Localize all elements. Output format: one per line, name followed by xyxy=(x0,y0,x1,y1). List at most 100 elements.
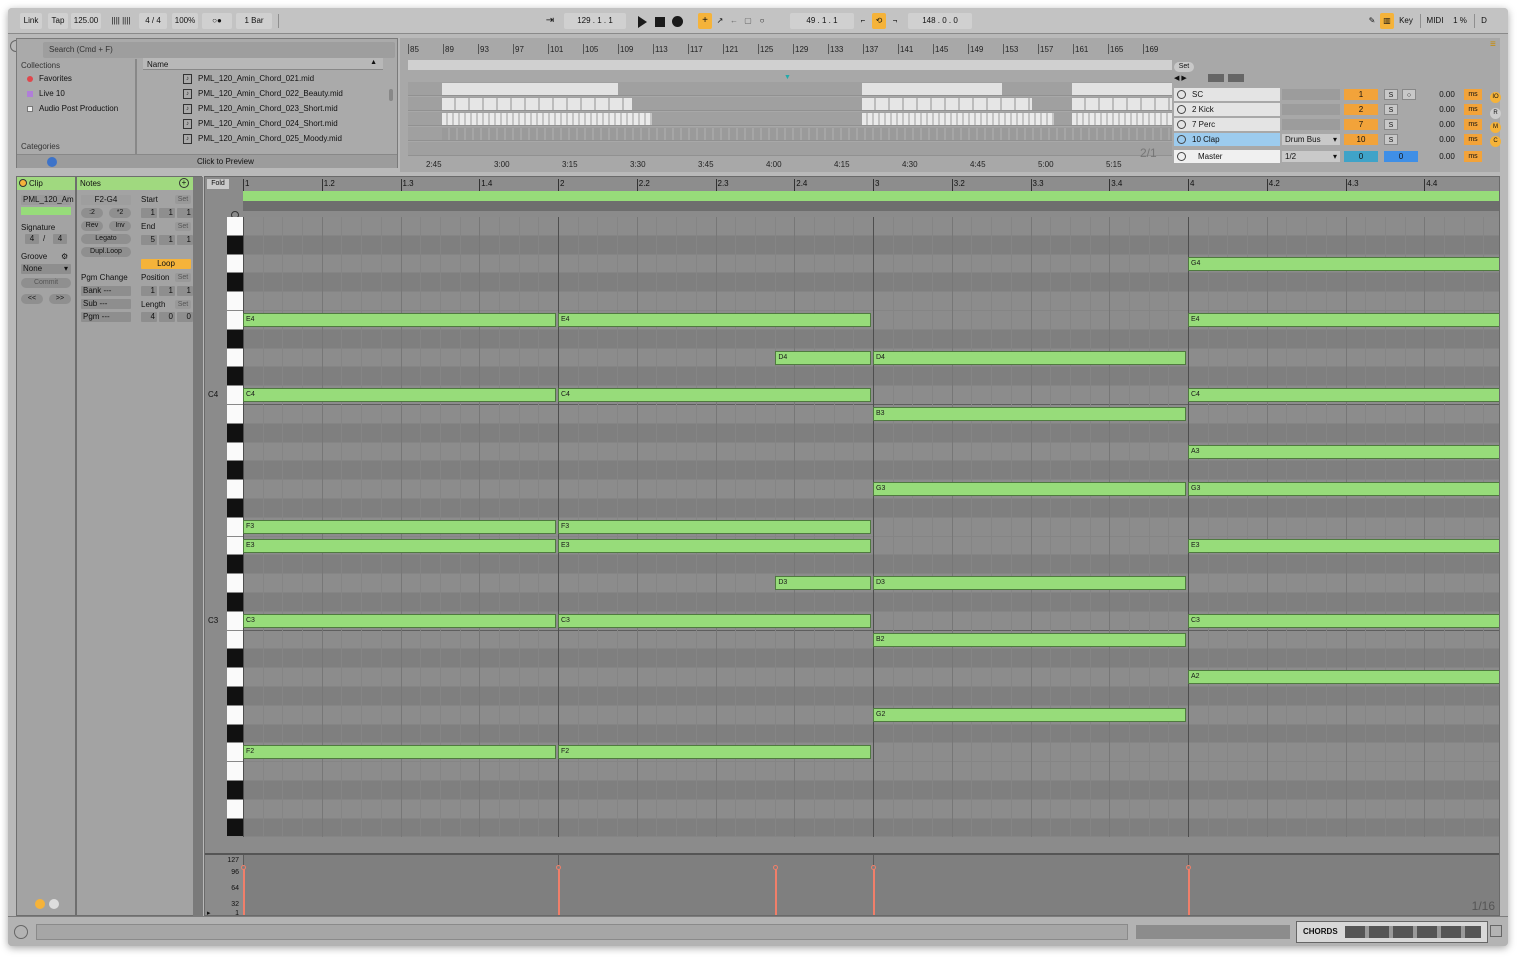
midi-note[interactable]: E4 xyxy=(558,313,871,327)
track-activator[interactable]: 10 xyxy=(1344,134,1378,145)
piano-key[interactable] xyxy=(227,367,243,387)
piano-key[interactable] xyxy=(227,668,243,687)
piano-key[interactable] xyxy=(227,705,243,725)
master-volume[interactable]: 0 xyxy=(1384,151,1418,162)
detail-toggle-icon[interactable] xyxy=(1490,925,1502,937)
piano-key[interactable] xyxy=(227,724,243,744)
arr-track-lane[interactable] xyxy=(408,82,1172,96)
length-bar[interactable]: 4 xyxy=(141,312,157,322)
set-end-button[interactable]: Set xyxy=(175,222,191,231)
record-icon[interactable] xyxy=(672,16,683,27)
volume-field[interactable]: 0.00 xyxy=(1432,104,1462,115)
mixer-track[interactable]: SC 1 S ○ 0.00 ms xyxy=(1174,88,1494,102)
capture-icon[interactable]: ▢ xyxy=(742,13,754,29)
velocity-bar[interactable] xyxy=(243,867,245,915)
sends-icon[interactable]: R xyxy=(1490,108,1501,119)
length-sixteenth[interactable]: 0 xyxy=(177,312,193,322)
arm-button[interactable]: ○ xyxy=(1402,89,1416,100)
track-name[interactable]: 2 Kick xyxy=(1174,103,1280,116)
tap-button[interactable]: Tap xyxy=(48,13,68,29)
piano-key[interactable] xyxy=(227,818,243,838)
legato-button[interactable]: Legato xyxy=(81,234,131,244)
piano-key[interactable] xyxy=(227,687,243,706)
track-activator[interactable]: 7 xyxy=(1344,119,1378,130)
velocity-handle[interactable] xyxy=(1186,865,1191,870)
piano-key[interactable] xyxy=(227,743,243,763)
mixer-track[interactable]: 2 Kick 2 S 0.00 ms xyxy=(1174,103,1494,117)
song-position-field[interactable]: 129 . 1 . 1 xyxy=(564,13,626,29)
signature-field[interactable]: 4 / 4 xyxy=(139,13,167,29)
midi-note[interactable]: D3 xyxy=(873,576,1186,591)
draw-envelope-icon[interactable] xyxy=(1208,74,1224,82)
nudge-buttons[interactable]: |||| |||| xyxy=(104,13,138,29)
piano-key[interactable] xyxy=(227,235,243,255)
set-position-button[interactable]: Set xyxy=(175,273,191,282)
search-input[interactable]: Search (Cmd + F) xyxy=(43,42,395,58)
velocity-handle[interactable] xyxy=(241,865,246,870)
ms-button[interactable]: ms xyxy=(1464,151,1482,162)
velocity-toggle-icon[interactable]: ▸ xyxy=(207,909,211,915)
collection-audio-post[interactable]: Audio Post Production xyxy=(27,103,118,115)
sort-up-icon[interactable]: ▲ xyxy=(370,59,377,66)
midi-note[interactable]: C3 xyxy=(243,613,556,628)
commit-button[interactable]: Commit xyxy=(21,278,71,288)
reverse-button[interactable]: Rev xyxy=(81,221,103,231)
piano-key[interactable] xyxy=(227,574,243,593)
midi-note[interactable]: C4 xyxy=(243,388,556,403)
loop-length-field[interactable]: 148 . 0 . 0 xyxy=(908,13,972,29)
piano-key[interactable] xyxy=(227,499,243,518)
automation-arm-icon[interactable]: ↗ xyxy=(714,13,726,29)
file-item[interactable]: ♪ PML_120_Amin_Chord_022_Beauty.mid xyxy=(183,87,343,101)
piano-key[interactable] xyxy=(227,593,243,612)
play-icon[interactable] xyxy=(1177,105,1186,114)
arr-track-lane[interactable] xyxy=(408,127,1172,141)
file-item[interactable]: ♪ PML_120_Amin_Chord_023_Short.mid xyxy=(183,102,338,116)
mixer-icon[interactable]: M xyxy=(1490,122,1501,133)
collection-live-10[interactable]: Live 10 xyxy=(27,88,65,100)
pgm-field[interactable]: Pgm --- xyxy=(81,312,131,322)
piano-key[interactable] xyxy=(227,292,243,311)
length-beat[interactable]: 0 xyxy=(159,312,175,322)
play-icon[interactable] xyxy=(638,16,647,28)
midi-note[interactable]: C4 xyxy=(1188,388,1499,403)
bar-ruler[interactable]: 85 89 93 97 101 105 109 113 117 121 125 129 133 137 14… xyxy=(400,38,1172,56)
zoom-field[interactable]: 100% xyxy=(172,13,198,29)
menu-icon[interactable]: ≡ xyxy=(1490,40,1502,50)
arr-track-lane[interactable] xyxy=(408,112,1172,126)
double-button[interactable]: *2 xyxy=(109,208,131,218)
piano-key[interactable] xyxy=(227,329,243,349)
end-bar[interactable]: 5 xyxy=(141,235,157,245)
midi-note[interactable]: B3 xyxy=(873,407,1186,421)
clip-name-field[interactable]: PML_120_Am xyxy=(21,195,74,205)
end-sixteenth[interactable]: 1 xyxy=(177,235,193,245)
solo-button[interactable]: S xyxy=(1384,104,1398,115)
volume-field[interactable]: 0.00 xyxy=(1432,89,1462,100)
solo-button[interactable]: S xyxy=(1384,119,1398,130)
midi-note[interactable]: F2 xyxy=(243,745,556,760)
track-name[interactable]: 7 Perc xyxy=(1174,118,1280,131)
overdub-icon[interactable]: + xyxy=(698,13,712,29)
end-beat[interactable]: 1 xyxy=(159,235,175,245)
midi-note[interactable]: E3 xyxy=(558,538,871,553)
envelope-icon[interactable] xyxy=(49,899,59,909)
bank-field[interactable]: Bank --- xyxy=(81,286,131,296)
piano-key[interactable] xyxy=(227,254,243,274)
ms-button[interactable]: ms xyxy=(1464,104,1482,115)
routing-field[interactable] xyxy=(1282,104,1340,115)
volume-field[interactable]: 0.00 xyxy=(1432,134,1462,145)
track-activator[interactable]: 2 xyxy=(1344,104,1378,115)
piano-key[interactable] xyxy=(227,555,243,575)
key-map-button[interactable]: Key xyxy=(1396,13,1416,29)
chords-device[interactable]: CHORDS xyxy=(1296,921,1488,943)
start-bar[interactable]: 1 xyxy=(141,208,157,218)
play-icon[interactable] xyxy=(1177,152,1186,161)
loop-brace[interactable] xyxy=(243,191,1499,201)
crossfader-icon[interactable]: C xyxy=(1490,136,1501,147)
cue-volume[interactable]: 0 xyxy=(1344,151,1378,162)
overview-strip[interactable] xyxy=(408,60,1172,70)
loop-start-field[interactable]: 49 . 1 . 1 xyxy=(790,13,854,29)
session-record-icon[interactable]: ○ xyxy=(756,13,768,29)
groove-menu[interactable]: None ▾ xyxy=(21,264,71,274)
volume-field[interactable]: 0.00 xyxy=(1432,151,1462,162)
play-icon[interactable] xyxy=(1177,90,1186,99)
